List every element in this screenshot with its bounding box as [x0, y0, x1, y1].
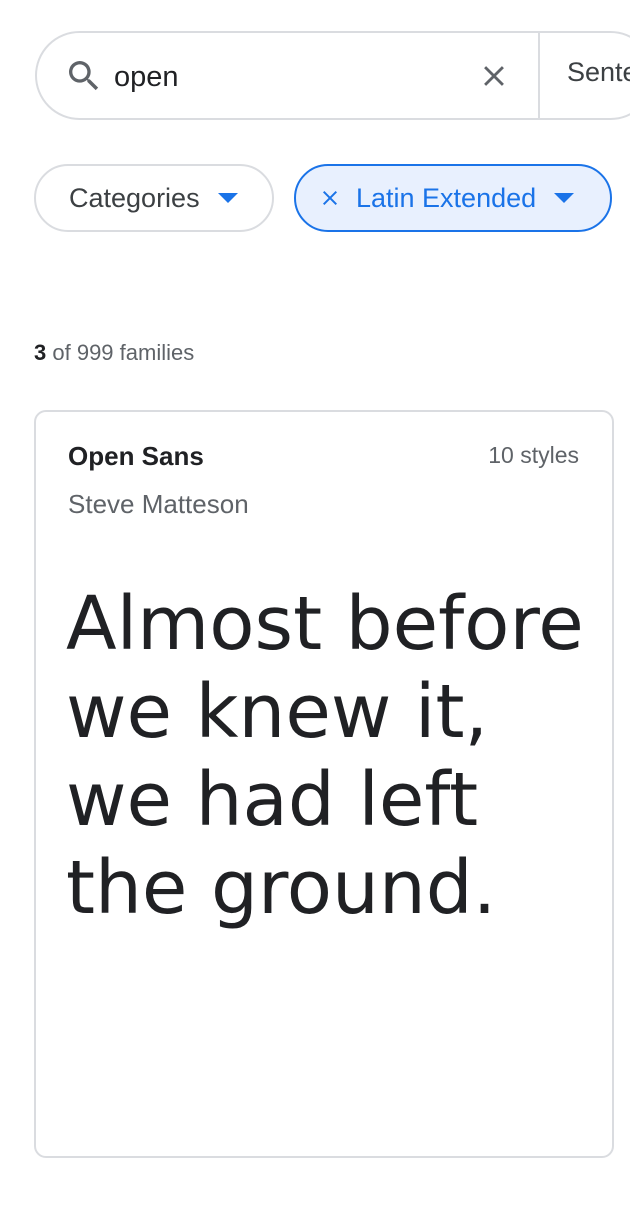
chevron-down-icon — [554, 193, 575, 203]
search-input[interactable] — [114, 54, 454, 100]
results-count: 3 of 999 families — [34, 340, 194, 366]
style-count: 10 styles — [488, 442, 579, 468]
designer-name: Steve Matteson — [68, 489, 249, 519]
chevron-down-icon — [217, 193, 238, 203]
results-total: of 999 families — [52, 340, 195, 365]
search-icon — [69, 61, 99, 91]
close-icon[interactable] — [318, 186, 342, 210]
sample-text: Almost before we knew it, we had left th… — [66, 581, 584, 931]
preview-mode-dropdown[interactable]: Sente — [567, 57, 630, 88]
close-icon[interactable] — [477, 59, 511, 93]
search-divider — [538, 33, 540, 119]
font-family-name: Open Sans — [68, 441, 204, 471]
latin-extended-filter-chip[interactable]: Latin Extended — [294, 164, 612, 232]
latin-extended-label: Latin Extended — [356, 182, 537, 213]
results-shown: 3 — [34, 340, 47, 365]
categories-filter-chip[interactable]: Categories — [34, 164, 274, 232]
categories-label: Categories — [69, 182, 200, 213]
